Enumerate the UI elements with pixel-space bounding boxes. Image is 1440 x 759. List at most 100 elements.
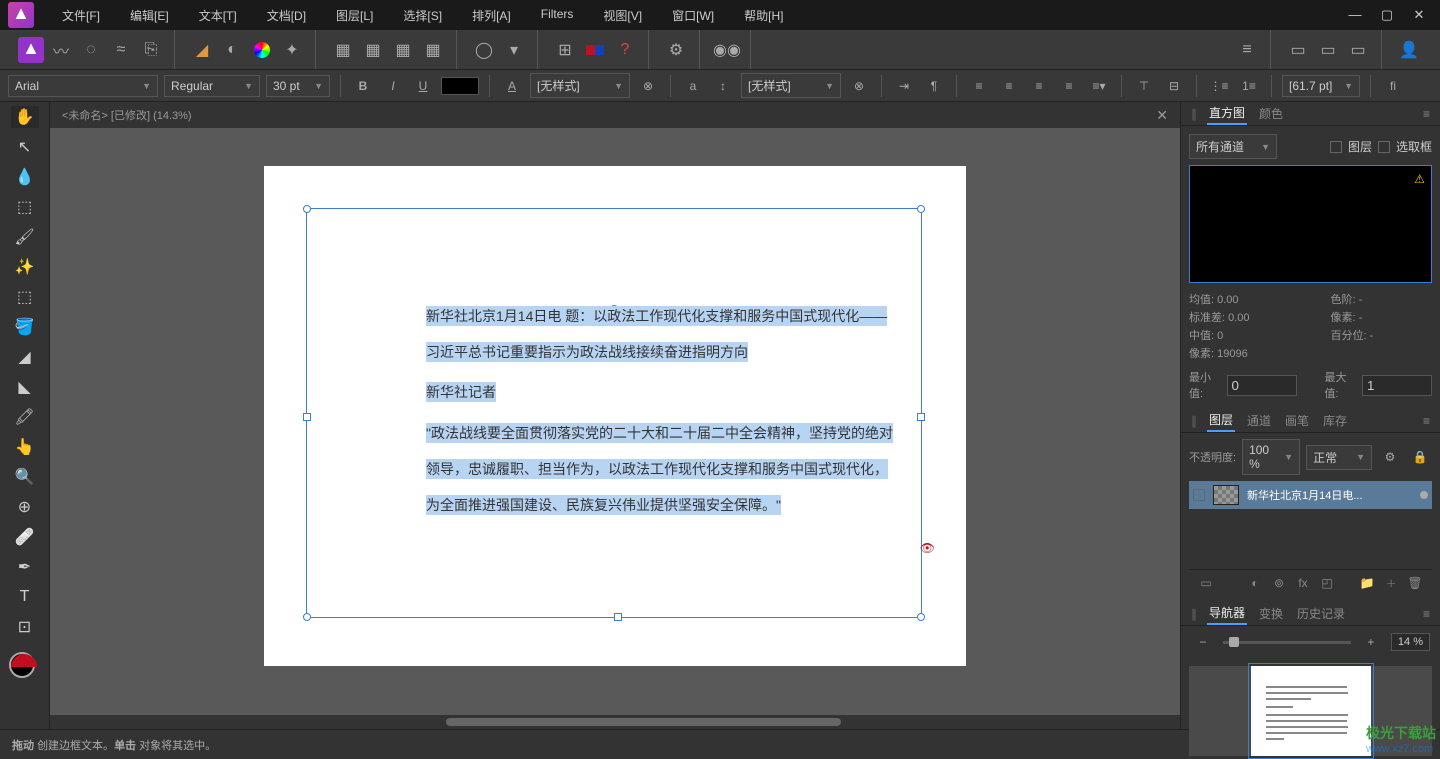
blend-mode-select[interactable]: 正常▼	[1306, 445, 1372, 470]
marquee-tool[interactable]: ⬚	[11, 286, 39, 308]
color-wheel-icon[interactable]	[249, 37, 275, 63]
color-picker-tool[interactable]: 💧	[11, 166, 39, 188]
align-icon[interactable]: ≡	[1234, 37, 1260, 63]
align-justify-button[interactable]: ≡	[1057, 74, 1081, 98]
font-weight-select[interactable]: Regular▼	[164, 75, 260, 97]
italic-button[interactable]: I	[381, 74, 405, 98]
char-style-icon[interactable]: A	[500, 74, 524, 98]
selection-intersect-icon[interactable]: ▦	[420, 37, 446, 63]
levels-icon[interactable]: ◢	[189, 37, 215, 63]
account-icon[interactable]: 👤	[1396, 37, 1422, 63]
align-center-button[interactable]: ≡	[997, 74, 1021, 98]
canvas-viewport[interactable]: 👁 新华社北京1月14日电 题：以政法工作现代化支撑和服务中国式现代化——习近平…	[50, 128, 1180, 703]
menu-document[interactable]: 文档[D]	[255, 3, 318, 28]
question-icon[interactable]: ?	[612, 37, 638, 63]
mask-dropdown-icon[interactable]: ▾	[501, 37, 527, 63]
layer-adj-icon[interactable]: ◐	[1246, 574, 1264, 592]
document-tab-title[interactable]: <未命名> [已修改] (14.3%)	[62, 107, 192, 123]
valign-mid-button[interactable]: ⊟	[1162, 74, 1186, 98]
menu-layer[interactable]: 图层[L]	[324, 3, 385, 28]
persona-tone-icon[interactable]: ≈	[108, 37, 134, 63]
pilcrow-icon[interactable]: ¶	[922, 74, 946, 98]
layer-add-icon[interactable]: 🞢	[1382, 574, 1400, 592]
brush-tool[interactable]: 🖍	[11, 406, 39, 428]
menu-text[interactable]: 文本[T]	[187, 3, 249, 28]
arrange-mid-icon[interactable]: ▭	[1315, 37, 1341, 63]
opacity-input[interactable]: 100 %▼	[1242, 439, 1300, 475]
clone-tool[interactable]: ⊕	[11, 496, 39, 518]
handle-top-right[interactable]	[917, 205, 925, 213]
color-foreground-background[interactable]	[9, 652, 41, 684]
layer-item[interactable]: 新华社北京1月14日电...	[1189, 481, 1432, 509]
char-style-clear-icon[interactable]: ⊗	[636, 74, 660, 98]
text-tool[interactable]: T	[11, 586, 39, 608]
text-content[interactable]: 新华社北京1月14日电 题：以政法工作现代化支撑和服务中国式现代化——习近平总书…	[426, 298, 896, 528]
underline-button[interactable]: U	[411, 74, 435, 98]
layer-expand-icon[interactable]	[1193, 489, 1205, 501]
zoom-slider[interactable]	[1223, 641, 1351, 644]
pen-tool[interactable]: ✒	[11, 556, 39, 578]
layer-crop-icon[interactable]: ◰	[1318, 574, 1336, 592]
selection-add-icon[interactable]: ▦	[360, 37, 386, 63]
adjust-icon[interactable]: ◐	[219, 37, 245, 63]
menu-edit[interactable]: 编辑[E]	[118, 3, 181, 28]
minimize-button[interactable]: —	[1346, 7, 1364, 23]
min-input[interactable]	[1227, 375, 1297, 396]
persona-liquify-icon[interactable]: 〰	[48, 37, 74, 63]
ligature-button[interactable]: fi	[1381, 74, 1405, 98]
eraser-tool[interactable]: ◣	[11, 376, 39, 398]
tab-close-button[interactable]: ✕	[1156, 107, 1168, 124]
crop-tool[interactable]: ⬚	[11, 196, 39, 218]
selection-new-icon[interactable]: ▦	[330, 37, 356, 63]
navigator-menu-icon[interactable]: ≡	[1423, 607, 1430, 621]
layer-lock-icon[interactable]: 🔒	[1408, 445, 1432, 469]
flood-fill-tool[interactable]: 🪣	[11, 316, 39, 338]
close-button[interactable]: ✕	[1410, 7, 1428, 23]
menu-filters[interactable]: Filters	[529, 3, 586, 28]
handle-left[interactable]	[303, 413, 311, 421]
indent-icon[interactable]: ⇥	[892, 74, 916, 98]
magic-wand-tool[interactable]: ✨	[11, 256, 39, 278]
selection-checkbox[interactable]	[1378, 141, 1390, 153]
handle-right[interactable]	[917, 413, 925, 421]
maximize-button[interactable]: ▢	[1378, 7, 1396, 23]
robot-icon[interactable]: ◉◉	[714, 37, 740, 63]
tab-histogram[interactable]: 直方图	[1207, 102, 1247, 125]
scrollbar-thumb[interactable]	[446, 718, 842, 726]
menu-file[interactable]: 文件[F]	[50, 3, 112, 28]
zoom-out-button[interactable]: −	[1191, 630, 1215, 654]
align-justify-all-button[interactable]: ≡▾	[1087, 74, 1111, 98]
zoom-in-button[interactable]: +	[1359, 630, 1383, 654]
text-color-swatch[interactable]	[441, 77, 479, 95]
handle-top-left[interactable]	[303, 205, 311, 213]
layer-mask-icon[interactable]: ▭	[1197, 574, 1215, 592]
horizontal-scrollbar[interactable]	[50, 715, 1180, 729]
align-right-button[interactable]: ≡	[1027, 74, 1051, 98]
layer-checkbox[interactable]	[1330, 141, 1342, 153]
tab-stock[interactable]: 库存	[1321, 410, 1349, 431]
hand-tool[interactable]: ✋	[11, 106, 39, 128]
split-icon[interactable]	[582, 37, 608, 63]
para-style-icon[interactable]: a	[681, 74, 705, 98]
list-bullet-button[interactable]: ⋮≡	[1207, 74, 1231, 98]
gradient-tool[interactable]: ◢	[11, 346, 39, 368]
font-family-select[interactable]: Arial▼	[8, 75, 158, 97]
frame-text-tool[interactable]: ⊡	[11, 616, 39, 638]
list-number-button[interactable]: 1≡	[1237, 74, 1261, 98]
handle-bottom-left[interactable]	[303, 613, 311, 621]
persona-photo-icon[interactable]	[18, 37, 44, 63]
quick-mask-icon[interactable]: ◯	[471, 37, 497, 63]
menu-select[interactable]: 选择[S]	[391, 3, 454, 28]
tab-color[interactable]: 颜色	[1257, 103, 1285, 124]
histogram-menu-icon[interactable]: ≡	[1423, 107, 1430, 121]
para-style-clear-icon[interactable]: ⊗	[847, 74, 871, 98]
zoom-value[interactable]: 14 %	[1391, 633, 1430, 651]
tab-history[interactable]: 历史记录	[1295, 603, 1347, 624]
layer-gear-icon[interactable]: ⚙	[1378, 445, 1402, 469]
menu-arrange[interactable]: 排列[A]	[460, 3, 523, 28]
para-style-arrow-icon[interactable]: ↕	[711, 74, 735, 98]
layer-fx-icon[interactable]: ⊚	[1270, 574, 1288, 592]
paint-brush-tool[interactable]: 🖌	[11, 226, 39, 248]
tab-layers[interactable]: 图层	[1207, 409, 1235, 432]
layer-trash-icon[interactable]: 🗑	[1406, 574, 1424, 592]
